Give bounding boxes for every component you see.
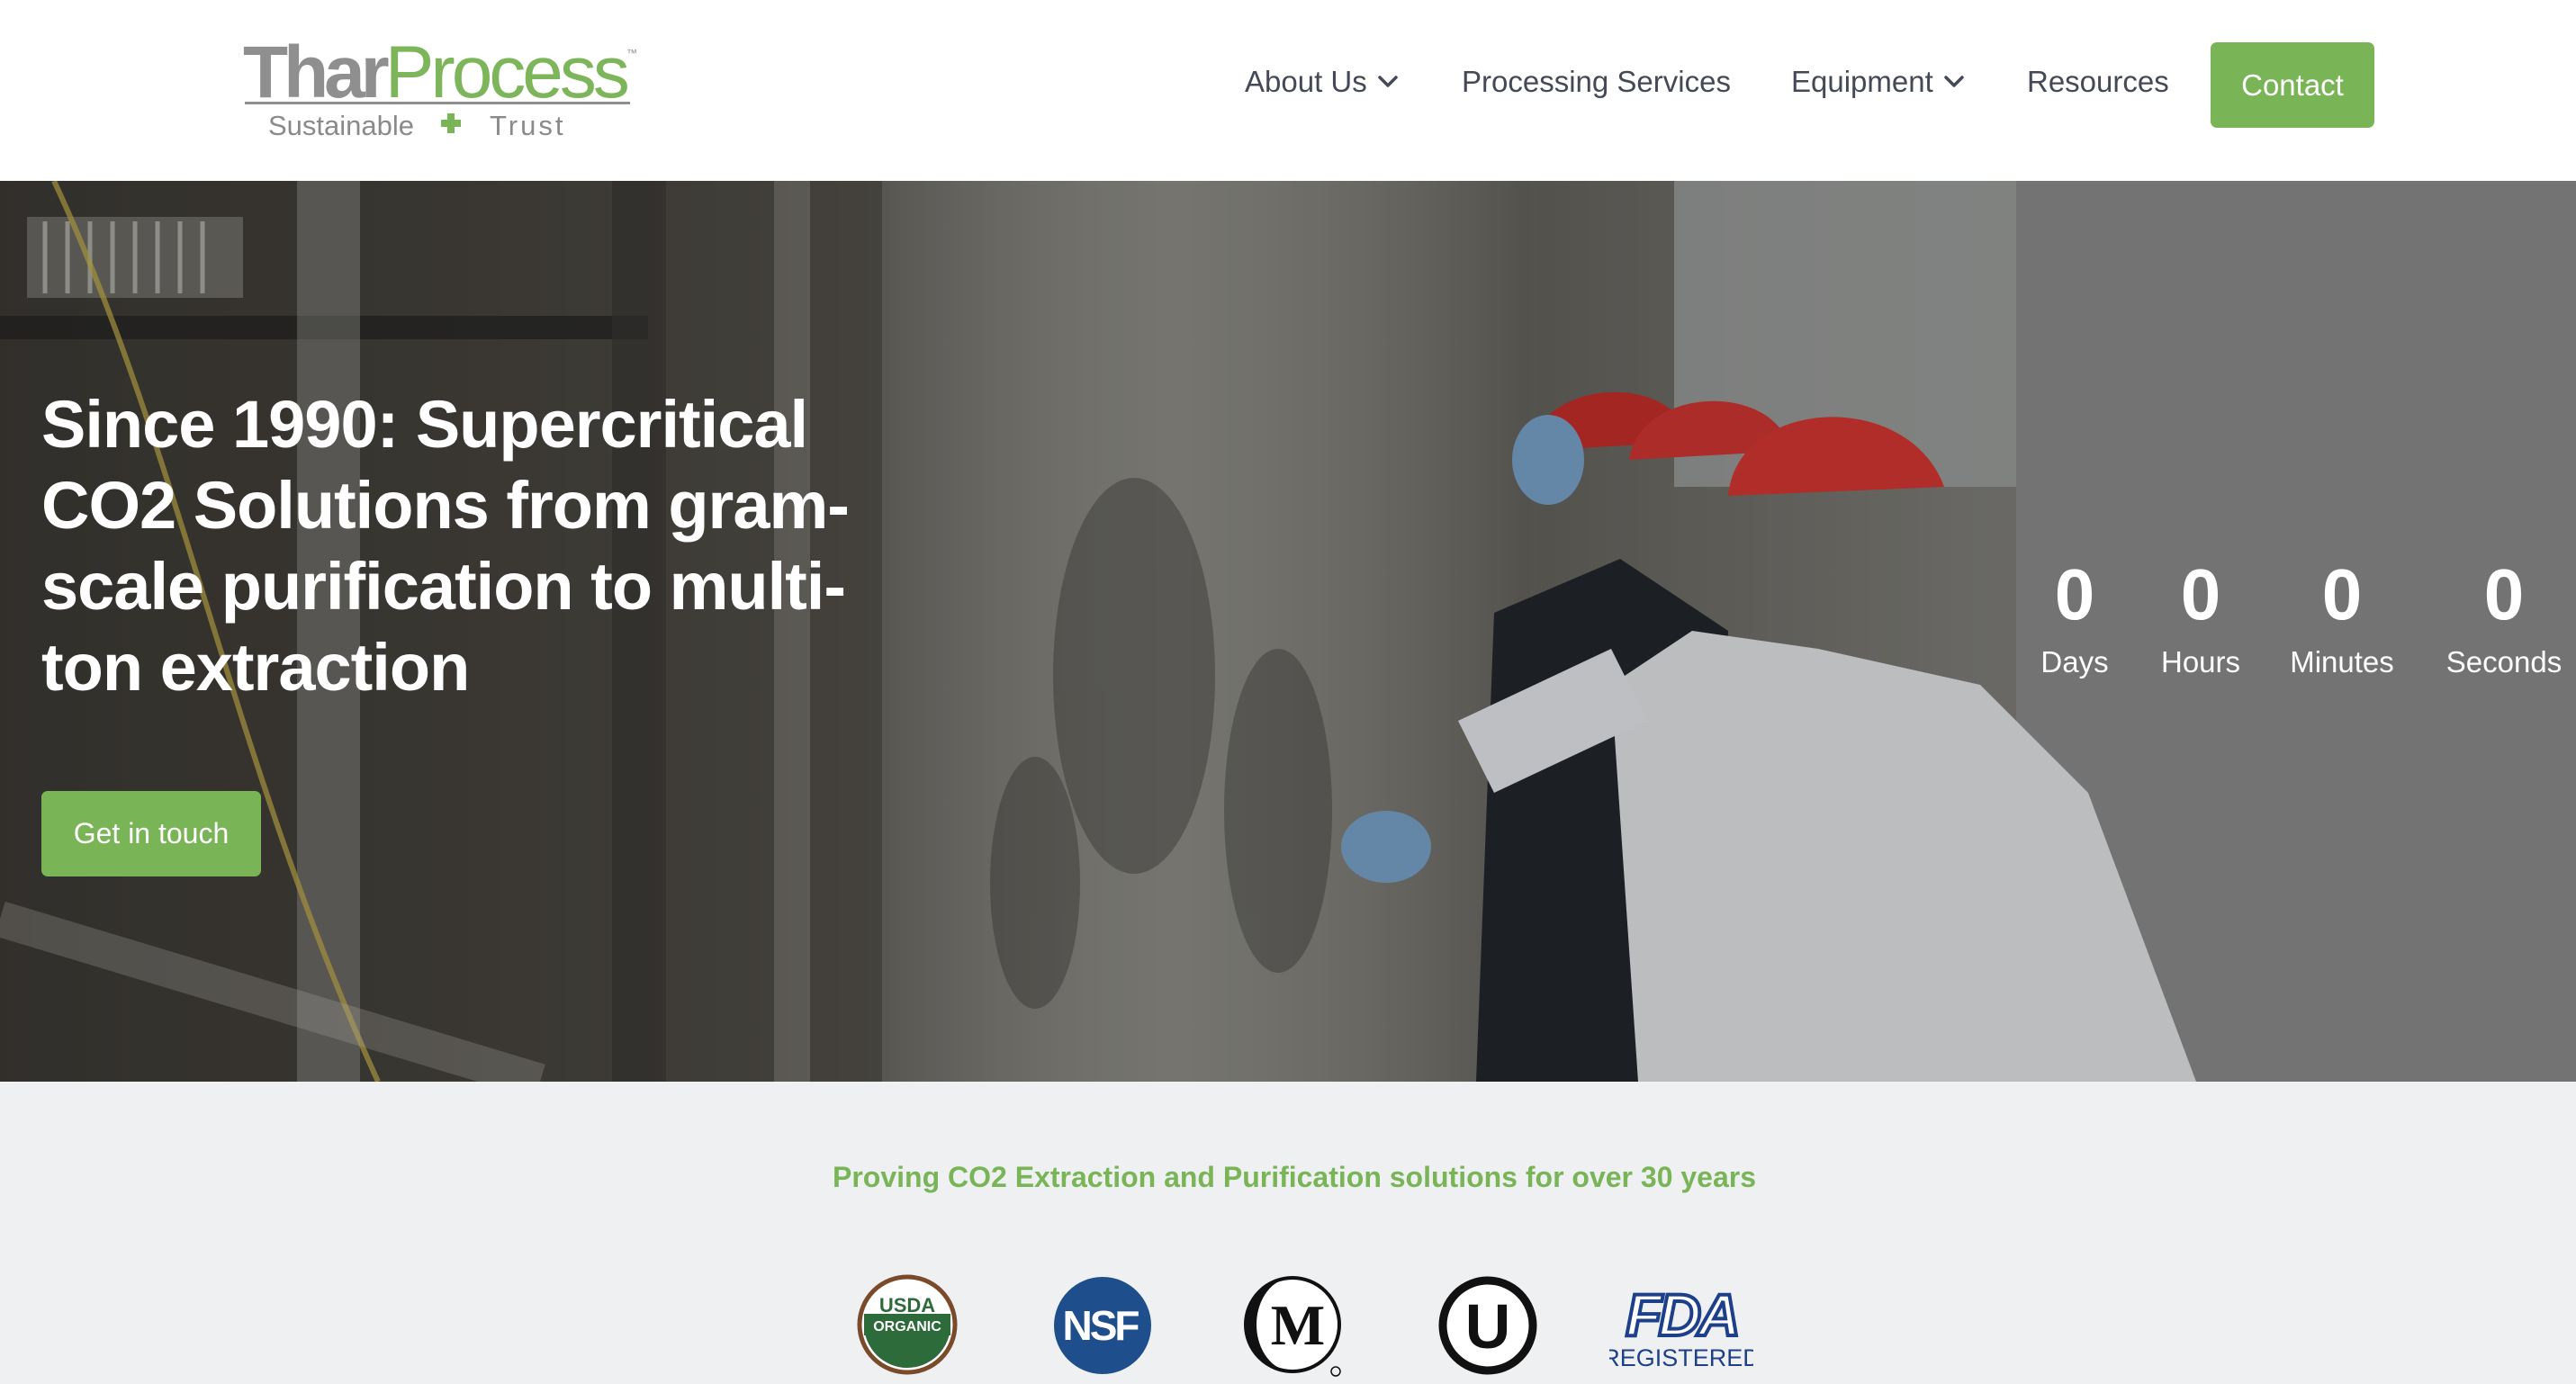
nav-item-label: Resources	[2027, 65, 2169, 98]
countdown-days-value: 0	[2054, 554, 2095, 634]
fda-registered-text: REGISTERED	[1609, 1344, 1753, 1371]
countdown-seconds-label: Seconds	[2445, 645, 2562, 679]
hero-headline: Since 1990: Supercritical CO2 Solutions …	[41, 387, 850, 705]
countdown-days: 0 Days	[2034, 559, 2115, 679]
countdown-seconds-value: 0	[2483, 554, 2525, 634]
kosher-m-icon: M	[1244, 1276, 1341, 1377]
countdown-seconds: 0 Seconds	[2437, 559, 2571, 679]
kosher-m-text: M	[1271, 1293, 1325, 1357]
countdown-hours-value: 0	[2180, 554, 2221, 634]
logo-wordmark: TharProcess	[243, 36, 630, 110]
countdown-minutes-label: Minutes	[2290, 645, 2394, 679]
fda-text: FDA	[1626, 1283, 1737, 1348]
countdown-minutes-value: 0	[2321, 554, 2363, 634]
nav-item-resources[interactable]: Resources	[2027, 65, 2169, 99]
countdown-hours: 0 Hours	[2151, 559, 2250, 679]
nav-item-label: About Us	[1245, 65, 1367, 98]
logo-divider	[245, 102, 630, 104]
nsf-icon: NSF	[1054, 1277, 1151, 1374]
nsf-text: NSF	[1063, 1302, 1139, 1349]
contact-button[interactable]: Contact	[2211, 42, 2374, 128]
ou-u-text: U	[1465, 1291, 1511, 1362]
nav-item-label: Processing Services	[1462, 65, 1731, 98]
logo-tagline-sustainable: Sustainable	[268, 110, 415, 141]
countdown-days-label: Days	[2040, 645, 2109, 679]
countdown-hours-label: Hours	[2160, 645, 2241, 679]
fda-registered-icon: FDA REGISTERED	[1609, 1283, 1753, 1371]
nav-item-equipment[interactable]: Equipment	[1791, 65, 1964, 99]
get-in-touch-button[interactable]: Get in touch	[41, 791, 261, 876]
logo-tagline-trust: Trust	[490, 110, 566, 141]
nav-item-processing-services[interactable]: Processing Services	[1462, 65, 1731, 99]
organic-text: ORGANIC	[873, 1319, 941, 1335]
usda-text: USDA	[879, 1294, 935, 1317]
ou-kosher-icon: U	[1438, 1276, 1537, 1375]
chevron-down-icon	[1944, 76, 1964, 88]
plus-icon	[441, 113, 461, 133]
chevron-down-icon	[1378, 76, 1398, 88]
logo-trademark: ™	[626, 47, 637, 59]
countdown-minutes: 0 Minutes	[2282, 559, 2402, 679]
nav-item-about-us[interactable]: About Us	[1245, 65, 1398, 99]
hero-section: Since 1990: Supercritical CO2 Solutions …	[0, 181, 2576, 1082]
nav-item-label: Equipment	[1791, 65, 1933, 98]
certifications-headline: Proving CO2 Extraction and Purification …	[832, 1161, 1757, 1193]
usda-organic-icon: USDA ORGANIC	[857, 1274, 958, 1375]
tharprocess-logo[interactable]: TharProcess ™ Sustainable Trust	[241, 36, 646, 142]
certifications-section: Proving CO2 Extraction and Purification …	[0, 1082, 2576, 1384]
site-header: TharProcess ™ Sustainable Trust About Us…	[0, 0, 2576, 181]
